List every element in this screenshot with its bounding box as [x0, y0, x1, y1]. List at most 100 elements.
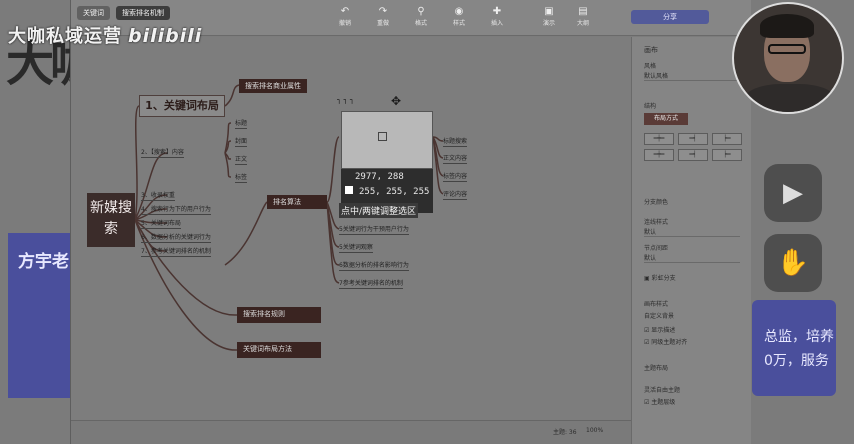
format-label: 格式: [414, 20, 427, 27]
mindmap-item-4[interactable]: 4、搜索行为下的用户行为: [141, 204, 211, 215]
mindmap-leaf-tag[interactable]: 标签: [235, 172, 248, 183]
share-button[interactable]: 分享: [631, 10, 709, 24]
align-checkbox[interactable]: ☑ 同级主题对齐: [644, 337, 687, 346]
layout-option-5[interactable]: ═╡: [678, 149, 708, 161]
picker-rgb-value: 255, 255, 255: [359, 187, 430, 197]
move-cursor-icon: ✥: [391, 94, 402, 108]
background-left-box: 方宇老: [8, 233, 70, 398]
mindmap-app-window: 关键词 搜索排名机制 ↶ 撤销 ↷ 重做 ⚲ 格式 ◉ 样式 ✚ 插入 ▣ 演示 ▤ 大纲 分…: [70, 0, 751, 444]
panel-branch-label: 分支颜色: [644, 199, 669, 206]
person-glasses: [768, 44, 806, 54]
color-swatch: [345, 186, 353, 194]
structure-selector[interactable]: 布局方式: [644, 113, 688, 125]
panel-line-label: 连线样式: [644, 219, 669, 226]
baidu-logo-icon: ✋: [764, 234, 822, 292]
present-button[interactable]: ▣ 演示: [537, 6, 561, 27]
panel-theme-item[interactable]: 灵活自由主题: [644, 385, 680, 394]
format-panel: 画布 风格 默认风格 结构 布局方式 ═╪═ ═╡ ╞═ ═╪═ ═╡ ╞═ 分…: [631, 37, 751, 444]
mindmap-item-5[interactable]: 5、关键词布局: [141, 218, 181, 229]
panel-theme-section: 主题布局: [644, 365, 669, 372]
layout-icon: ▤: [578, 6, 588, 17]
mindmap-far-right-3[interactable]: 标签内容: [443, 171, 468, 182]
mindmap-item-6[interactable]: 6、数据分析的关键词行为: [141, 232, 211, 243]
mindmap-far-right-4[interactable]: 评论内容: [443, 189, 468, 200]
topic-count: 主题: 36: [553, 429, 577, 436]
check1-label: 显示描述: [651, 327, 676, 334]
layout-option-6[interactable]: ╞═: [712, 149, 742, 161]
mindmap-root-node[interactable]: 新媒搜索: [87, 193, 135, 247]
background-left-box-text: 方宇老: [18, 252, 69, 272]
background-right-line1: 总监，培养: [764, 329, 834, 345]
mindmap-leaf-body[interactable]: 正文: [235, 154, 248, 165]
panel-title: 画布: [644, 46, 658, 54]
background-right-line2: 0万，服务: [764, 353, 829, 369]
rainbow-label: 彩虹分支: [651, 275, 676, 282]
mindmap-right-item-1[interactable]: 5关键词行为干预用户行为: [339, 224, 409, 235]
insert-icon: ✚: [492, 6, 502, 17]
mindmap-right-item-3[interactable]: 6数据分析的排名影响行为: [339, 260, 409, 271]
style-button[interactable]: ◉ 样式: [447, 6, 471, 27]
mindmap-far-right-1[interactable]: 标题搜索: [443, 136, 468, 147]
mindmap-item-7[interactable]: 7、参考关键词排名的机制: [141, 246, 211, 257]
status-bar: 主题: 36 100%: [71, 420, 631, 444]
level-checkbox[interactable]: ☑ 主题层级: [644, 397, 675, 406]
background-right-box: 总监，培养 0万，服务: [752, 300, 836, 396]
outline-label: 大纲: [576, 20, 589, 27]
style-label: 样式: [452, 20, 465, 27]
mindmap-node-commercial[interactable]: 搜索排名商业属性: [239, 79, 307, 93]
tab-keyword[interactable]: 关键词: [77, 6, 110, 20]
bilibili-logo: bilibili: [128, 25, 203, 47]
kuaishou-logo-icon: ▶: [764, 164, 822, 222]
picker-hint: 点中/两键调整选区: [339, 203, 419, 218]
crosshair-icon: [378, 132, 387, 141]
mindmap-canvas[interactable]: 新媒搜索 1、关键词布局 搜索排名商业属性 2、【搜索】内容 标题 封面 正文 …: [71, 37, 631, 420]
insert-label: 插入: [490, 20, 503, 27]
format-button[interactable]: ⚲ 格式: [409, 6, 433, 27]
mindmap-node-algorithm[interactable]: 排名算法: [267, 195, 327, 209]
mindmap-node-layout-method[interactable]: 关键词布局方法: [237, 342, 321, 358]
color-picker-magnifier: [341, 111, 433, 169]
person-shirt: [744, 84, 836, 112]
insert-button[interactable]: ✚ 插入: [485, 6, 509, 27]
panel-theme-label: 风格: [644, 63, 657, 70]
outline-button[interactable]: ▤ 大纲: [571, 6, 595, 27]
line-style-select[interactable]: 默认: [644, 227, 740, 237]
mindmap-right-item-2[interactable]: 5关键词观察: [339, 242, 373, 253]
mindmap-leaf-cover[interactable]: 封面: [235, 136, 248, 147]
mindmap-item-3[interactable]: 3、收录权重: [141, 190, 175, 201]
watermark: 大咖私域运营 bilibili: [8, 22, 202, 48]
show-desc-checkbox[interactable]: ☑ 显示描述: [644, 325, 675, 334]
redo-label: 重做: [376, 20, 389, 27]
mindmap-far-right-2[interactable]: 正文内容: [443, 153, 468, 164]
mindmap-node-ranking-rules[interactable]: 搜索排名规则: [237, 307, 321, 323]
webcam-overlay: [732, 2, 844, 114]
spacing-select[interactable]: 默认: [644, 253, 740, 263]
zoom-level[interactable]: 100%: [586, 427, 603, 434]
check3-label: 主题层级: [651, 399, 676, 406]
mindmap-leaf-title[interactable]: 标题: [235, 118, 248, 129]
doc-tabs: 关键词 搜索排名机制: [77, 6, 170, 20]
layout-option-1[interactable]: ═╪═: [644, 133, 674, 145]
undo-button[interactable]: ↶ 撤销: [333, 6, 357, 27]
person-hair: [760, 14, 814, 38]
redo-icon: ↷: [378, 6, 388, 17]
layout-option-3[interactable]: ╞═: [712, 133, 742, 145]
present-label: 演示: [542, 20, 555, 27]
mindmap-node-keyword-layout[interactable]: 1、关键词布局: [139, 95, 225, 117]
rainbow-toggle[interactable]: ▣ 彩虹分支: [644, 273, 676, 282]
undo-label: 撤销: [338, 20, 351, 27]
mindmap-right-item-4[interactable]: 7参考关键词排名的机制: [339, 278, 403, 289]
mindmap-node-search-content[interactable]: 2、【搜索】内容: [141, 147, 184, 158]
format-icon: ⚲: [417, 6, 425, 17]
redo-button[interactable]: ↷ 重做: [371, 6, 395, 27]
panel-bg-value[interactable]: 自定义背景: [644, 311, 674, 320]
undo-icon: ↶: [340, 6, 350, 17]
selection-handles: ┐ ┐ ┐: [337, 96, 355, 104]
panel-spacing-label: 节点间距: [644, 245, 669, 252]
panel-theme-value[interactable]: 默认风格: [644, 71, 740, 81]
layout-option-4[interactable]: ═╪═: [644, 149, 674, 161]
tab-search-ranking[interactable]: 搜索排名机制: [116, 6, 170, 20]
right-toolbar: ▣ 演示 ▤ 大纲: [537, 6, 595, 27]
layout-option-2[interactable]: ═╡: [678, 133, 708, 145]
layout-options: ═╪═ ═╡ ╞═ ═╪═ ═╡ ╞═: [644, 133, 742, 161]
